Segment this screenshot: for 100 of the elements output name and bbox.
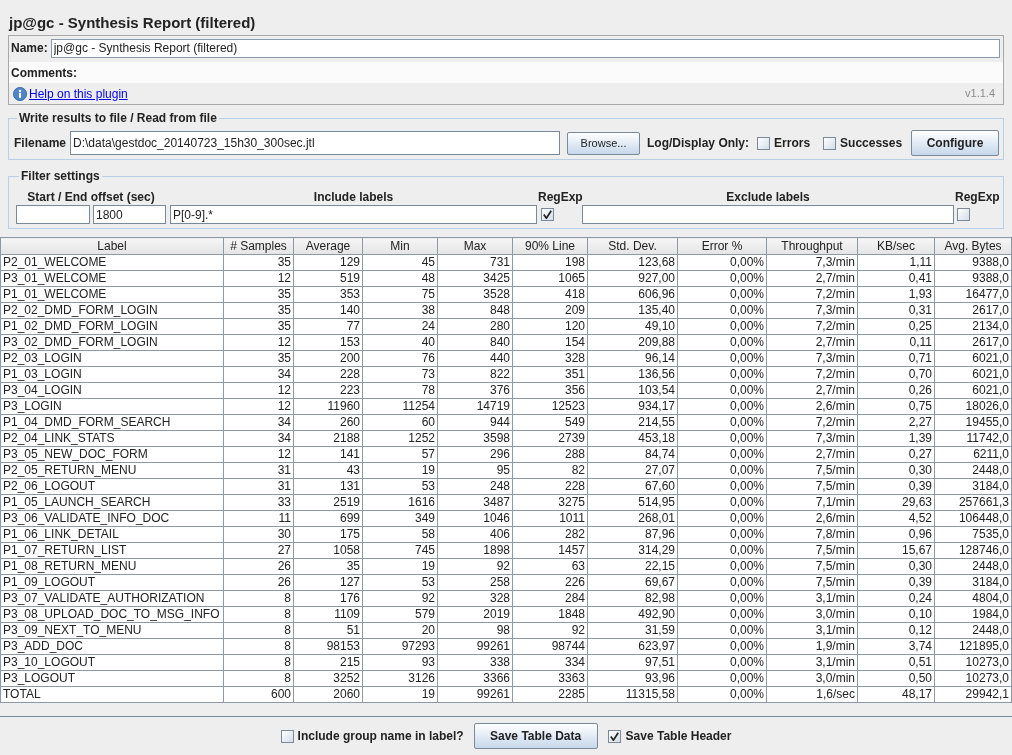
start-offset-field[interactable] [16,205,90,224]
table-cell: 0,00% [677,430,767,447]
column-header[interactable]: Error % [677,237,767,255]
checkbox[interactable] [957,208,970,221]
table-cell: 0,00% [677,462,767,479]
table-cell: 34 [223,366,294,383]
table-cell: 154 [512,334,588,351]
table-cell: 0,00% [677,446,767,463]
column-header[interactable]: Avg. Bytes [934,237,1012,255]
table-cell: 1058 [293,542,363,559]
column-header[interactable]: Average [293,237,363,255]
checkbox[interactable] [541,208,554,221]
table-cell: 314,29 [587,542,678,559]
table-cell: P1_07_RETURN_LIST [0,542,224,559]
table-cell: 731 [437,254,513,271]
table-cell: 3363 [512,670,588,687]
table-cell: 77 [293,318,363,335]
help-link[interactable]: Help on this plugin [29,84,128,103]
table-cell: TOTAL [0,686,224,703]
browse-button[interactable]: Browse... [567,131,641,155]
table-cell: 1252 [362,430,438,447]
table-cell: 0,10 [857,606,935,623]
checkbox[interactable] [757,136,771,150]
name-field[interactable]: jp@gc - Synthesis Report (filtered) [50,38,1000,58]
column-header[interactable]: # Samples [223,237,294,255]
table-cell: 6211,0 [934,446,1012,463]
end-offset-field[interactable]: 1800 [93,205,166,224]
table-cell: 0,00% [677,606,767,623]
table-cell: 2285 [512,686,588,703]
table-cell: 840 [437,334,513,351]
table-cell: 0,39 [857,478,935,495]
table-cell: P1_06_LINK_DETAIL [0,526,224,543]
table-cell: 0,51 [857,654,935,671]
column-header[interactable]: Max [437,237,513,255]
table-cell: 0,30 [857,462,935,479]
table-cell: P1_04_DMD_FORM_SEARCH [0,414,224,431]
table-cell: 131 [293,478,363,495]
table-cell: 268,01 [587,510,678,527]
table-cell: 98 [437,622,513,639]
checkbox[interactable] [823,136,837,150]
configure-button[interactable]: Configure [911,130,999,156]
table-cell: 288 [512,446,588,463]
table-cell: 2134,0 [934,318,1012,335]
checkbox-label: Errors [774,135,811,152]
checkbox[interactable] [280,729,294,743]
column-label: RegExp [538,189,583,206]
table-cell: 7,2/min [766,414,858,431]
filename-field[interactable]: D:\data\gestdoc_20140723_15h30_300sec.jtl [70,131,561,155]
table-cell: 60 [362,414,438,431]
checkbox[interactable] [607,729,621,743]
table-cell: 7535,0 [934,526,1012,543]
table-cell: 10273,0 [934,670,1012,687]
save-table-data-button[interactable]: Save Table Data [473,723,598,749]
table-cell: 95 [437,462,513,479]
table-cell: 15,67 [857,542,935,559]
table-cell: P2_03_LOGIN [0,350,224,367]
column-header[interactable]: Label [0,237,224,255]
column-header[interactable]: Throughput [766,237,858,255]
table-cell: 22,15 [587,558,678,575]
table-cell: 6021,0 [934,350,1012,367]
table-cell: 67,60 [587,478,678,495]
version-label: v1.1.4 [965,86,995,102]
table-cell: 6021,0 [934,366,1012,383]
table-cell: 1109 [293,606,363,623]
table-cell: 2,7/min [766,446,858,463]
table-cell: 2519 [293,494,363,511]
table-cell: 745 [362,542,438,559]
column-header[interactable]: Min [362,237,438,255]
table-cell: 34 [223,414,294,431]
table-cell: 14719 [437,398,513,415]
table-cell: 19455,0 [934,414,1012,431]
checkmark-icon [543,210,552,219]
table-cell: 1616 [362,494,438,511]
table-cell: 19 [362,462,438,479]
table-cell: 3487 [437,494,513,511]
table-cell: P1_03_LOGIN [0,366,224,383]
table-cell: 82 [512,462,588,479]
table-cell: 176 [293,590,363,607]
table-cell: 35 [223,302,294,319]
column-header[interactable]: KB/sec [857,237,935,255]
field-label: Log/Display Only: [647,135,750,152]
table-cell: 103,54 [587,382,678,399]
table-cell: 40 [362,334,438,351]
table-cell: 280 [437,318,513,335]
table-cell: 0,00% [677,270,767,287]
include-labels-field[interactable]: P[0-9].* [170,205,537,224]
table-cell: 16477,0 [934,286,1012,303]
table-cell: 453,18 [587,430,678,447]
table-cell: 2,6/min [766,398,858,415]
table-cell: 822 [437,366,513,383]
table-cell: 99261 [437,686,513,703]
table-cell: 0,00% [677,478,767,495]
table-cell: P3_01_WELCOME [0,270,224,287]
column-header[interactable]: 90% Line [512,237,588,255]
exclude-labels-field[interactable] [582,205,954,224]
column-header[interactable]: Std. Dev. [587,237,678,255]
table-cell: P2_06_LOGOUT [0,478,224,495]
table-cell: 1898 [437,542,513,559]
table-cell: 258 [437,574,513,591]
table-cell: P1_02_DMD_FORM_LOGIN [0,318,224,335]
